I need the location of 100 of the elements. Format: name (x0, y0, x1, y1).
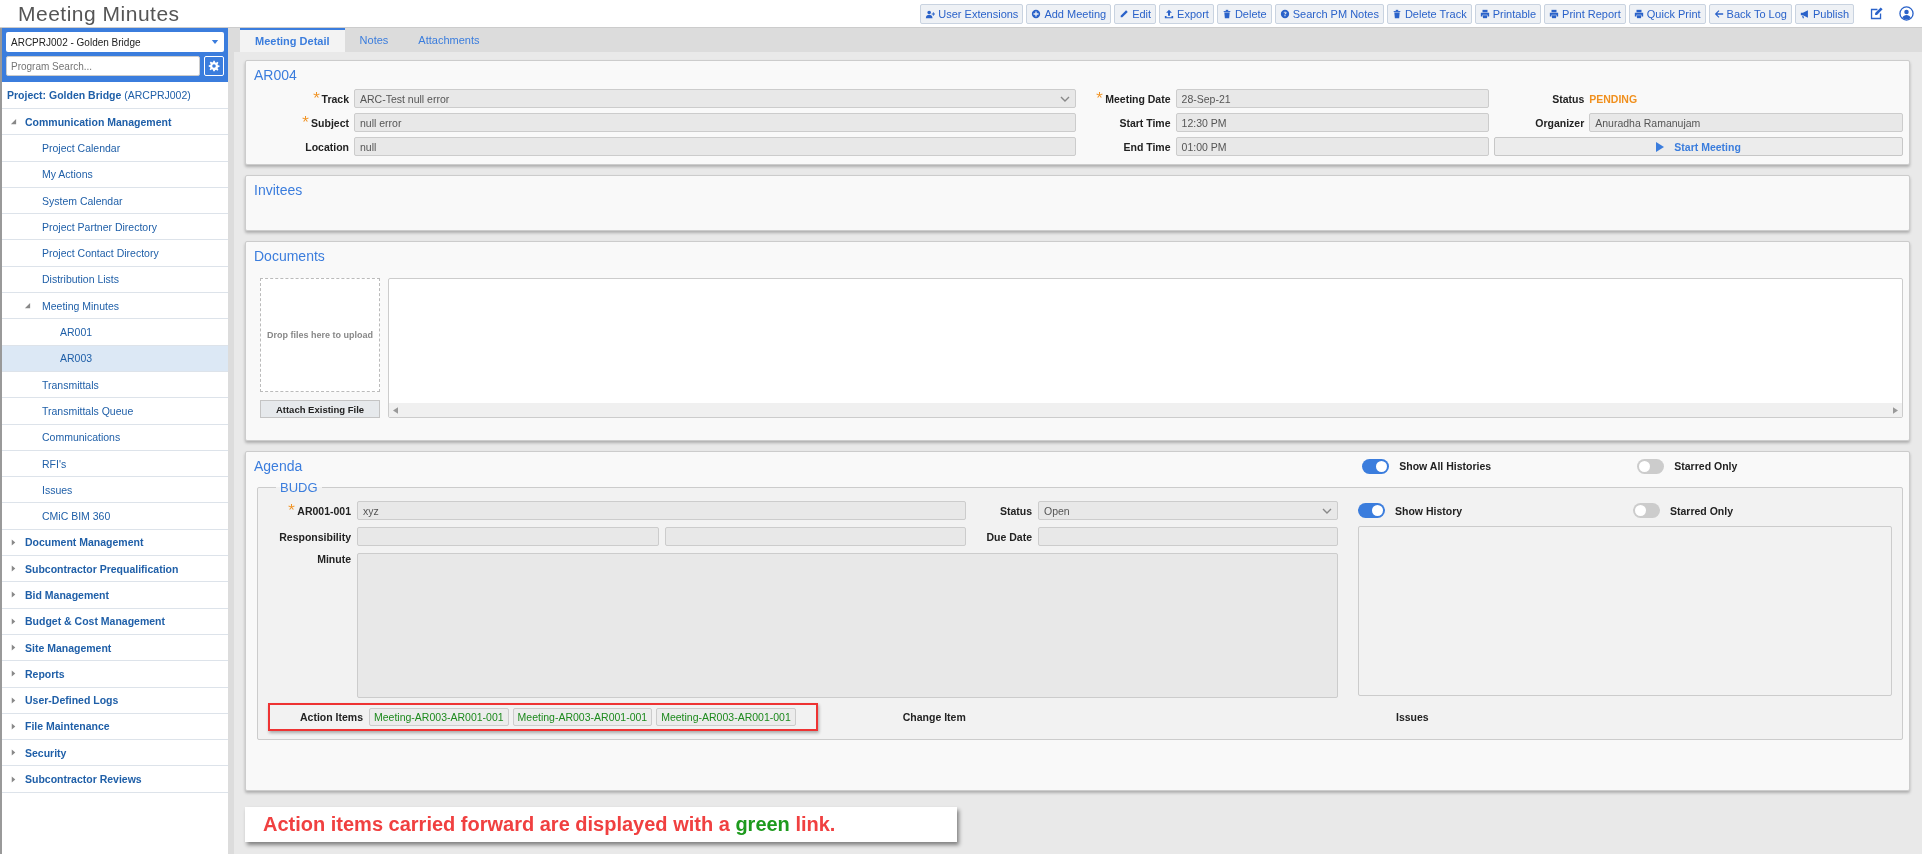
input-field[interactable] (1038, 527, 1338, 546)
scroll-right-icon[interactable] (1893, 406, 1898, 414)
settings-button[interactable] (204, 56, 224, 76)
nav-group[interactable]: Subcontractor Prequalification (2, 556, 228, 583)
card-title: Agenda (254, 458, 303, 474)
attach-button[interactable]: Attach Existing File (260, 400, 380, 418)
nav-item[interactable]: Project Contact Directory (2, 240, 228, 267)
input-field[interactable] (357, 527, 659, 546)
nav-item[interactable]: Meeting Minutes (2, 293, 228, 320)
toggle-switch[interactable] (1362, 458, 1390, 474)
toolbar-button[interactable]: Delete Track (1386, 3, 1472, 24)
toggle-label: Starred Only (1670, 504, 1734, 517)
start-meeting-button[interactable]: Start Meeting (1494, 137, 1903, 156)
scrollbar[interactable] (389, 403, 1902, 417)
project-dropdown[interactable]: ARCPRJ002 - Golden Bridge (6, 32, 224, 52)
expand-icon (10, 591, 17, 599)
nav-item[interactable]: Project Partner Directory (2, 214, 228, 241)
nav-group[interactable]: Reports (2, 661, 228, 688)
field-label: Change Item (902, 711, 966, 723)
toolbar-button[interactable]: Back To Log (1708, 3, 1792, 24)
chevron-icon (1059, 95, 1070, 102)
field-label: Subject (254, 116, 349, 129)
nav-item[interactable]: AR003 (2, 345, 228, 372)
select-field[interactable]: Open (1038, 501, 1338, 520)
toolbar-button[interactable]: Publish (1794, 3, 1854, 24)
edit-icon[interactable] (1869, 6, 1884, 21)
input-field[interactable] (664, 527, 966, 546)
toolbar-button[interactable]: User Extensions (920, 3, 1024, 24)
input-field[interactable]: 01:00 PM (1175, 137, 1490, 156)
input-field[interactable]: xyz (357, 501, 966, 520)
arrow-left-icon (1713, 8, 1724, 19)
toolbar-button[interactable]: Quick Print (1628, 3, 1706, 24)
nav-item[interactable]: CMiC BIM 360 (2, 503, 228, 530)
toolbar-button[interactable]: Search PM Notes (1274, 3, 1384, 24)
nav-item[interactable]: AR001 (2, 319, 228, 346)
toolbar-button[interactable]: Export (1159, 3, 1214, 24)
drop-zone[interactable]: Drop files here to upload (260, 278, 380, 392)
app-title: Meeting Minutes (18, 1, 180, 26)
action-item-link[interactable]: Meeting-AR003-AR001-001 (656, 708, 796, 726)
nav-group[interactable]: Document Management (2, 529, 228, 557)
nav-item[interactable]: System Calendar (2, 187, 228, 215)
toolbar-button[interactable]: Print Report (1544, 3, 1626, 24)
nav-item[interactable]: My Actions (2, 161, 228, 188)
toolbar-button[interactable]: Printable (1474, 3, 1542, 24)
expand-icon (10, 118, 17, 126)
input-field[interactable]: 28-Sep-21 (1175, 89, 1490, 108)
expand-icon (10, 644, 17, 652)
expand-icon (10, 722, 17, 730)
action-item-link[interactable]: Meeting-AR003-AR001-001 (512, 708, 653, 726)
expand-icon (10, 670, 17, 678)
nav-group[interactable]: Bid Management (2, 582, 228, 609)
nav-item[interactable]: Transmittals Queue (2, 398, 228, 425)
tab[interactable]: Meeting Detail (240, 28, 345, 52)
nav-group[interactable]: Security (2, 740, 228, 767)
scroll-left-icon[interactable] (393, 406, 398, 414)
toolbar-button[interactable]: Delete (1216, 3, 1272, 24)
input-field[interactable]: Anuradha Ramanujam (1589, 113, 1903, 132)
group-legend: BUDG (276, 480, 322, 495)
toggle-switch[interactable] (1633, 503, 1660, 518)
expand-icon (10, 696, 17, 704)
help-icon (1279, 8, 1290, 19)
play-icon (1656, 141, 1665, 152)
field-label: Due Date (985, 530, 1032, 543)
nav-item[interactable]: Distribution Lists (2, 266, 228, 294)
user-icon[interactable] (1899, 6, 1914, 21)
expand-icon (10, 565, 17, 573)
expand-icon (10, 775, 17, 783)
nav-item[interactable]: Issues (2, 477, 228, 504)
input-field[interactable]: 12:30 PM (1175, 113, 1490, 132)
status-value: PENDING (1589, 92, 1639, 105)
nav-group[interactable]: Site Management (2, 634, 228, 662)
nav-item[interactable]: RFI's (2, 450, 228, 478)
printer-icon (1549, 8, 1560, 19)
nav-group[interactable]: File Maintenance (2, 713, 228, 741)
trash-icon (1221, 8, 1232, 19)
action-item-link[interactable]: Meeting-AR003-AR001-001 (369, 708, 509, 726)
nav-item[interactable]: Project Calendar (2, 135, 228, 162)
pencil-icon (1119, 8, 1130, 19)
nav-group[interactable]: Subcontractor Reviews (2, 766, 228, 793)
select-field[interactable]: ARC-Test null error (354, 89, 1076, 108)
nav-group[interactable]: Communication Management (2, 109, 228, 136)
toggle-switch[interactable] (1358, 503, 1385, 518)
nav-item[interactable]: Communications (2, 424, 228, 451)
asterisk-icon (312, 92, 320, 99)
toolbar-button[interactable]: Add Meeting (1026, 3, 1112, 24)
card-title: Documents (254, 248, 326, 264)
input-field[interactable]: null (354, 137, 1076, 156)
search-field[interactable]: Program Search... (6, 56, 200, 76)
nav-item[interactable]: Transmittals (2, 371, 228, 399)
callout-note: Action items carried forward are displayed with a green link. (245, 807, 957, 842)
nav-group[interactable]: User-Defined Logs (2, 687, 228, 714)
input-field[interactable]: null error (354, 113, 1076, 132)
field-label: Meeting Date (1080, 92, 1171, 105)
expand-icon (10, 617, 17, 625)
nav-group[interactable]: Budget & Cost Management (2, 608, 228, 635)
caret-icon (211, 39, 219, 45)
toggle-switch[interactable] (1637, 458, 1665, 474)
field-label: Action Items (300, 711, 363, 723)
toolbar-button[interactable]: Edit (1114, 3, 1157, 24)
field-label: Start Time (1118, 116, 1171, 129)
